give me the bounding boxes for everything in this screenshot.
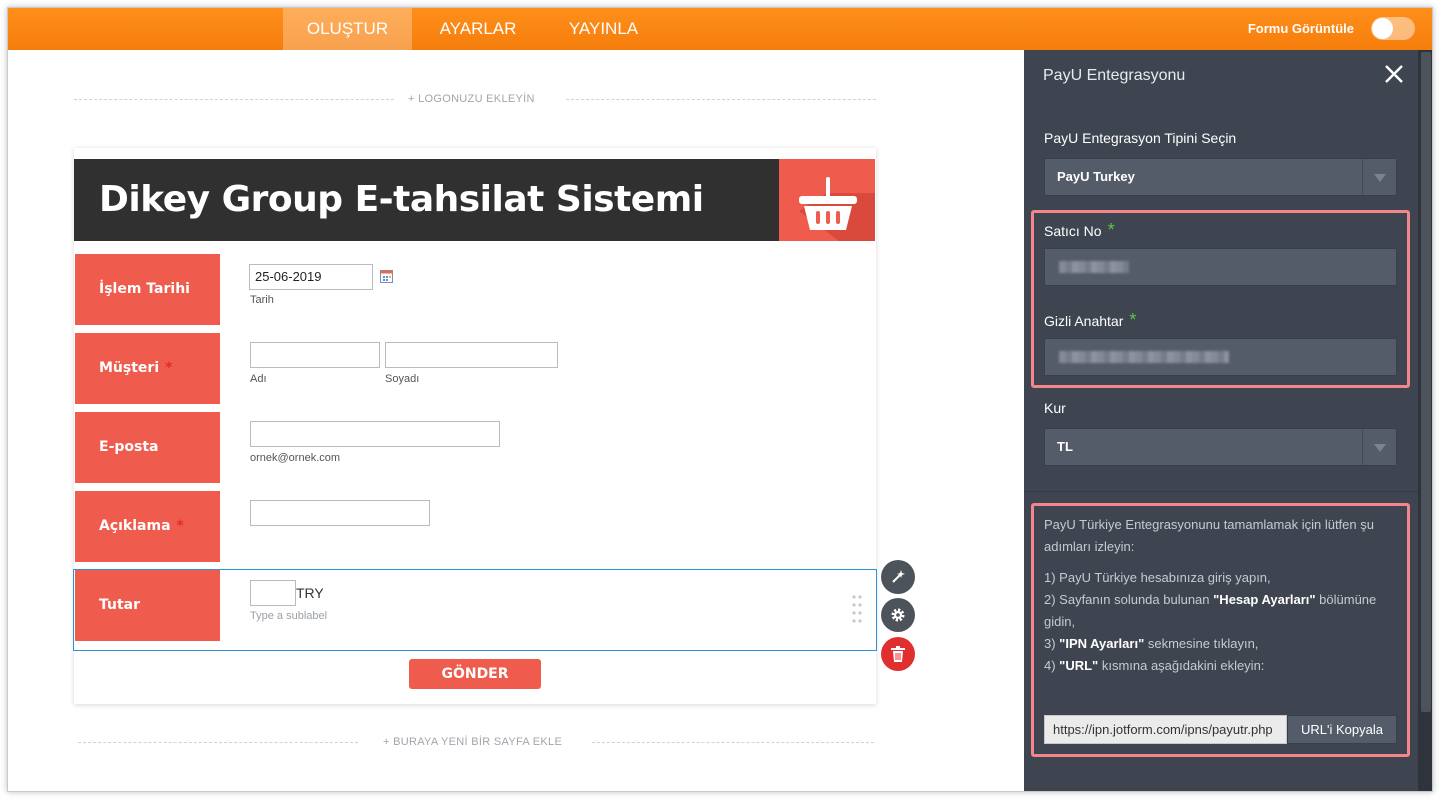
instruction-step-2: 2) Sayfanın solunda bulunan "Hesap Ayarl…: [1044, 589, 1399, 633]
field-amount-row[interactable]: Tutar TRY Type a sublabel: [73, 569, 877, 651]
step-text: kısmına aşağıdakini ekleyin:: [1098, 658, 1265, 673]
gear-icon: [891, 608, 905, 622]
toggle-knob: [1372, 18, 1393, 39]
date-sublabel: Tarih: [250, 294, 274, 306]
drag-handle-icon[interactable]: [851, 594, 863, 624]
step-highlight: "Hesap Ayarları": [1213, 592, 1316, 607]
first-name-sublabel: Adı: [250, 373, 267, 385]
tab-create[interactable]: OLUŞTUR: [283, 8, 412, 50]
field-description-label: Açıklama *: [75, 491, 220, 562]
step-highlight: "URL": [1059, 658, 1099, 673]
top-navigation-bar: OLUŞTUR AYARLAR YAYINLA Formu Görüntüle: [8, 8, 1432, 50]
step-text: 4): [1044, 658, 1060, 673]
payu-settings-panel: PayU Entegrasyonu PayU Entegrasyon Tipin…: [1024, 50, 1418, 791]
divider: [1024, 491, 1418, 492]
instruction-step-3: 3) "IPN Ayarları" sekmesine tıklayın,: [1044, 633, 1399, 655]
divider: [592, 742, 874, 743]
masked-value: [1059, 351, 1229, 363]
field-settings-button[interactable]: [881, 598, 915, 632]
delete-field-button[interactable]: [881, 637, 915, 671]
form-header: Dikey Group E-tahsilat Sistemi: [74, 159, 875, 241]
merchant-id-label-text: Satıcı No: [1044, 223, 1102, 239]
amount-sublabel[interactable]: Type a sublabel: [250, 610, 327, 622]
magic-wand-icon: [892, 570, 905, 583]
required-star-icon: *: [1129, 310, 1137, 330]
field-email-label: E-posta: [75, 412, 220, 483]
form-logo[interactable]: [779, 159, 875, 241]
email-input[interactable]: [250, 421, 500, 447]
instruction-step-1: 1) PayU Türkiye hesabınıza giriş yapın,: [1044, 570, 1271, 585]
preview-form-toggle[interactable]: [1371, 17, 1415, 40]
chevron-down-icon: [1362, 429, 1396, 465]
panel-scrollbar[interactable]: [1418, 50, 1432, 791]
scrollbar-thumb[interactable]: [1421, 52, 1431, 712]
field-email-row[interactable]: E-posta ornek@ornek.com: [74, 412, 875, 483]
step-highlight: "IPN Ayarları": [1059, 636, 1145, 651]
tab-publish[interactable]: YAYINLA: [543, 8, 664, 50]
instructions-intro: PayU Türkiye Entegrasyonunu tamamlamak i…: [1044, 517, 1374, 554]
currency-select[interactable]: TL: [1044, 428, 1397, 466]
currency-label: TRY: [296, 585, 324, 601]
integration-type-label: PayU Entegrasyon Tipini Seçin: [1044, 130, 1237, 146]
instruction-step-4: 4) "URL" kısmına aşağıdakini ekleyin:: [1044, 655, 1399, 677]
app-window: OLUŞTUR AYARLAR YAYINLA Formu Görüntüle …: [7, 7, 1433, 792]
amount-input[interactable]: [250, 580, 296, 606]
form-canvas: + LOGONUZU EKLEYİN Dikey Group E-tahsila…: [8, 50, 1024, 791]
close-icon[interactable]: [1384, 62, 1404, 88]
step-text: 2) Sayfanın solunda bulunan: [1044, 592, 1214, 607]
trash-icon: [891, 646, 905, 662]
merchant-id-label: Satıcı No *: [1044, 220, 1115, 241]
field-amount-label: Tutar: [75, 570, 220, 641]
currency-label: Kur: [1044, 400, 1066, 416]
add-logo-link[interactable]: + LOGONUZU EKLEYİN: [408, 93, 535, 105]
masked-value: [1059, 261, 1129, 273]
field-customer-label-text: Müşteri: [99, 360, 160, 376]
last-name-input[interactable]: [385, 342, 558, 368]
step-text: 3): [1044, 636, 1060, 651]
form-title[interactable]: Dikey Group E-tahsilat Sistemi: [99, 159, 704, 241]
last-name-sublabel: Soyadı: [385, 373, 420, 385]
field-description-label-text: Açıklama: [99, 518, 171, 534]
field-description-row[interactable]: Açıklama *: [74, 491, 875, 562]
integration-type-select[interactable]: PayU Turkey: [1044, 158, 1397, 196]
divider: [74, 99, 394, 100]
description-input[interactable]: [250, 500, 430, 526]
required-mark: *: [176, 518, 184, 534]
first-name-input[interactable]: [250, 342, 380, 368]
submit-button[interactable]: GÖNDER: [409, 659, 541, 689]
add-page-link[interactable]: + BURAYA YENİ BİR SAYFA EKLE: [383, 736, 562, 748]
tab-settings[interactable]: AYARLAR: [413, 8, 543, 50]
merchant-id-input[interactable]: [1044, 248, 1397, 286]
integration-type-value: PayU Turkey: [1057, 169, 1135, 184]
calendar-icon[interactable]: [380, 270, 393, 283]
form-card: Dikey Group E-tahsilat Sistemi İşlem Tar…: [73, 148, 877, 704]
magic-wand-button[interactable]: [881, 560, 915, 594]
secret-key-label: Gizli Anahtar *: [1044, 310, 1136, 331]
currency-value: TL: [1057, 439, 1073, 454]
date-input[interactable]: 25-06-2019: [249, 264, 373, 290]
panel-title: PayU Entegrasyonu: [1043, 67, 1186, 84]
field-date-label: İşlem Tarihi: [75, 254, 220, 325]
required-mark: *: [165, 360, 173, 376]
secret-key-label-text: Gizli Anahtar: [1044, 313, 1124, 329]
chevron-down-icon: [1362, 159, 1396, 195]
required-star-icon: *: [1107, 220, 1115, 240]
divider: [78, 742, 358, 743]
copy-url-button[interactable]: URL'i Kopyala: [1287, 715, 1397, 744]
email-sublabel: ornek@ornek.com: [250, 452, 341, 464]
divider: [566, 99, 876, 100]
preview-form-label: Formu Görüntüle: [1247, 21, 1354, 36]
shopping-basket-icon: [799, 177, 875, 241]
step-text: sekmesine tıklayın,: [1144, 636, 1259, 651]
field-customer-row[interactable]: Müşteri * Adı Soyadı: [74, 333, 875, 404]
field-customer-label: Müşteri *: [75, 333, 220, 404]
secret-key-input[interactable]: [1044, 338, 1397, 376]
field-date-row[interactable]: İşlem Tarihi 25-06-2019 Tarih: [74, 254, 875, 325]
ipn-url-field[interactable]: https://ipn.jotform.com/ipns/payutr.php: [1044, 715, 1287, 744]
